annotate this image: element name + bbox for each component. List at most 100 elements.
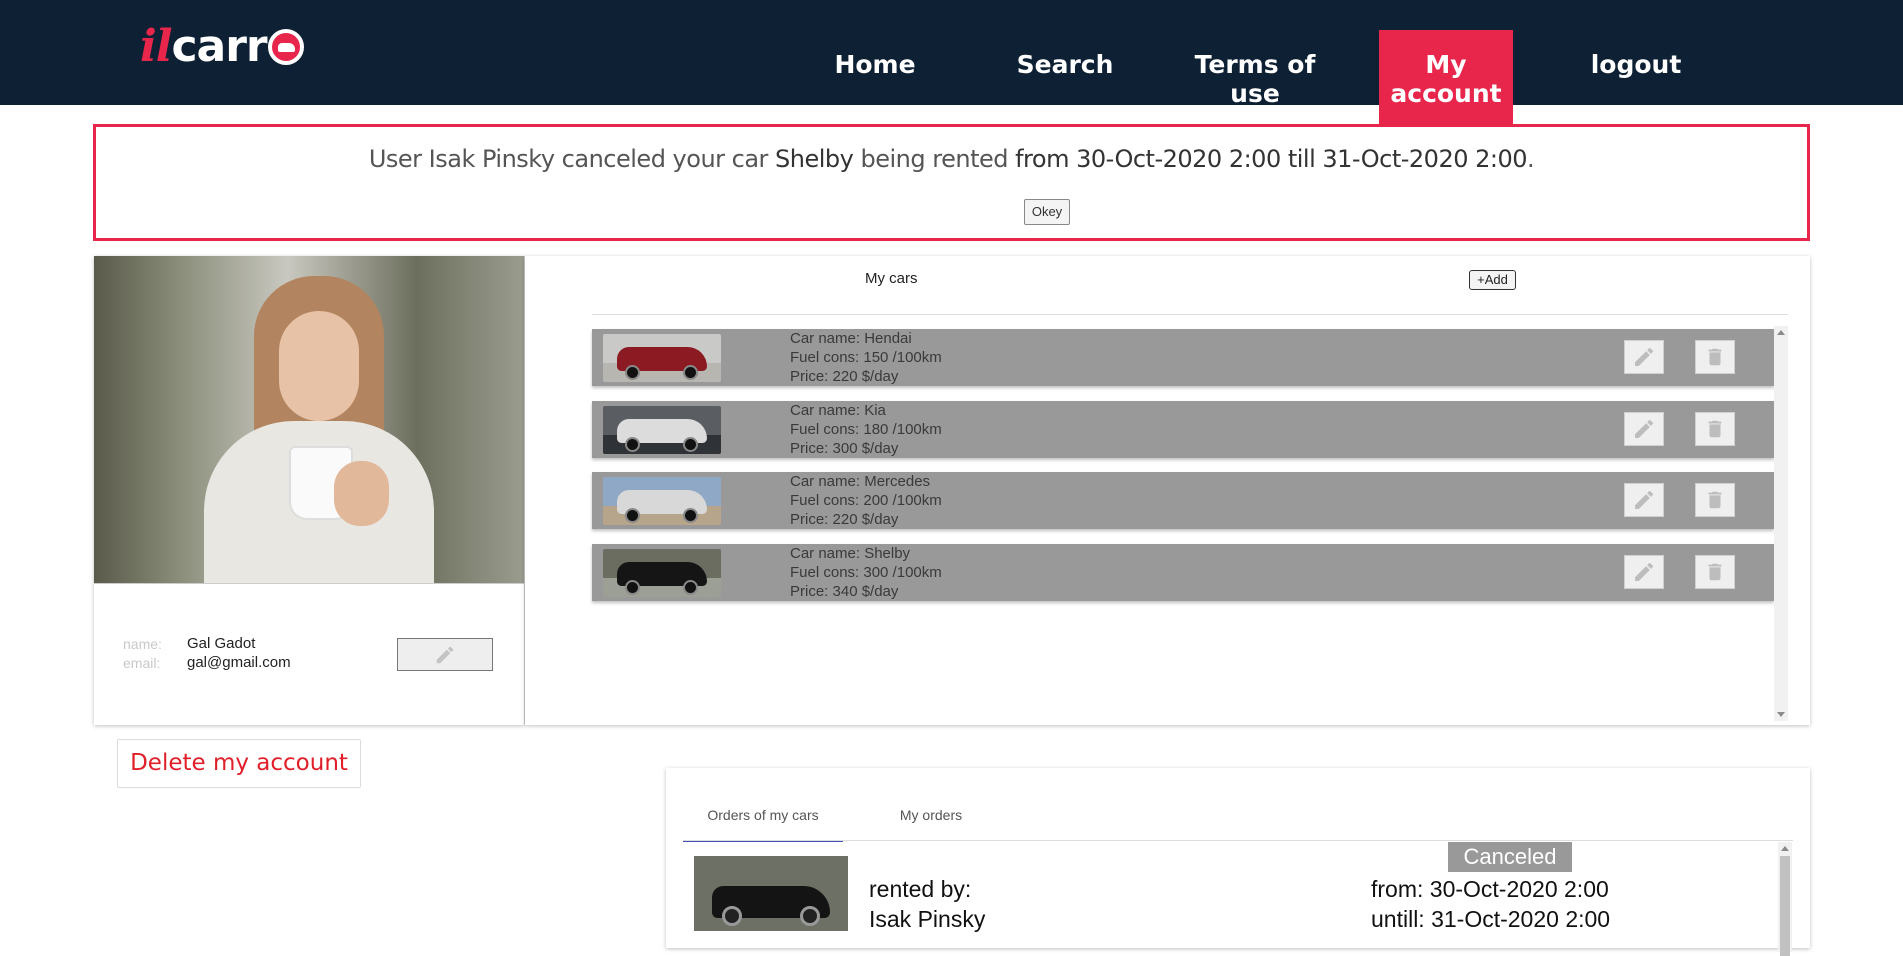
profile-card: name: Gal Gadot email: gal@gmail.com xyxy=(94,256,525,725)
email-label: email: xyxy=(123,655,161,671)
cars-list: Car name: Hendai Fuel cons: 150 /100km P… xyxy=(592,326,1788,721)
nav-home[interactable]: Home xyxy=(808,30,942,126)
logo[interactable]: ilcarr xyxy=(140,22,304,72)
logo-main: carr xyxy=(171,21,267,72)
car-thumbnail xyxy=(603,549,721,597)
add-car-button[interactable]: +Add xyxy=(1469,270,1516,290)
order-from: from: 30-Oct-2020 2:00 xyxy=(1371,876,1609,902)
notification-text: User Isak Pinsky canceled your car Shelb… xyxy=(96,145,1807,173)
thumb-wheel xyxy=(625,508,640,523)
thumb-wheel xyxy=(683,508,698,523)
car-row: Car name: Hendai Fuel cons: 150 /100km P… xyxy=(592,329,1774,386)
car-name: Car name: Kia xyxy=(790,402,886,419)
car-name: Car name: Shelby xyxy=(790,545,911,562)
car-price: Price: 220 $/day xyxy=(790,368,899,385)
orders-card: Orders of my cars My orders Canceled ren… xyxy=(666,768,1810,956)
thumb-wheel xyxy=(683,437,698,452)
thumb-wheel xyxy=(625,437,640,452)
car-info: Car name: Shelby Fuel cons: 300 /100km P… xyxy=(790,544,942,601)
order-car-thumbnail xyxy=(694,856,848,931)
cars-scrollbar[interactable] xyxy=(1774,326,1788,721)
my-cars-title: My cars xyxy=(865,270,918,287)
edit-profile-button[interactable] xyxy=(397,638,493,671)
logo-prefix: il xyxy=(140,21,172,72)
nav-terms-of-use[interactable]: Terms of use xyxy=(1188,30,1322,126)
car-name: Car name: Hendai xyxy=(790,330,912,347)
email-value: gal@gmail.com xyxy=(187,654,291,671)
car-row: Car name: Kia Fuel cons: 180 /100km Pric… xyxy=(592,401,1774,458)
car-price: Price: 340 $/day xyxy=(790,583,899,600)
scroll-down-arrow-icon[interactable] xyxy=(1777,712,1785,717)
car-fuel: Fuel cons: 150 /100km xyxy=(790,349,942,366)
car-row: Car name: Mercedes Fuel cons: 200 /100km… xyxy=(592,472,1774,529)
scroll-up-arrow-icon[interactable] xyxy=(1777,330,1785,335)
notification-car-name: Shelby xyxy=(775,145,854,173)
top-navbar: ilcarr Home Search Terms of use My accou… xyxy=(0,0,1903,124)
divider xyxy=(592,314,1788,315)
rented-by-label: rented by: xyxy=(869,876,972,902)
car-thumbnail xyxy=(603,334,721,382)
car-row: Car name: Shelby Fuel cons: 300 /100km P… xyxy=(592,544,1774,601)
renter-name: Isak Pinsky xyxy=(869,906,986,932)
photo-hand xyxy=(334,461,389,526)
pencil-icon xyxy=(1635,347,1654,366)
car-name: Car name: Mercedes xyxy=(790,473,931,490)
photo-face xyxy=(279,311,359,421)
my-cars-card: My cars +Add Car name: Hendai Fuel cons:… xyxy=(525,256,1810,725)
trash-icon xyxy=(1708,348,1722,366)
notification-period: from 30-Oct-2020 2:00 till 31-Oct-2020 2… xyxy=(1015,145,1528,173)
tab-orders-of-my-cars[interactable]: Orders of my cars xyxy=(683,798,843,842)
divider xyxy=(94,583,524,584)
status-badge: Canceled xyxy=(1448,842,1572,872)
car-fuel: Fuel cons: 180 /100km xyxy=(790,421,942,438)
car-fuel: Fuel cons: 200 /100km xyxy=(790,492,942,509)
car-fuel: Fuel cons: 300 /100km xyxy=(790,564,942,581)
edit-car-button[interactable] xyxy=(1624,483,1664,517)
trash-icon xyxy=(1708,420,1722,438)
scroll-up-arrow-icon[interactable] xyxy=(1781,846,1789,851)
car-info: Car name: Hendai Fuel cons: 150 /100km P… xyxy=(790,329,942,386)
thumb-wheel xyxy=(625,365,640,380)
name-label: name: xyxy=(123,636,162,652)
delete-car-button[interactable] xyxy=(1695,412,1735,446)
notification-text-part: User Isak Pinsky canceled your car xyxy=(368,145,776,173)
divider xyxy=(683,840,1793,841)
trash-icon xyxy=(1708,563,1722,581)
pencil-icon xyxy=(436,646,454,663)
car-price: Price: 300 $/day xyxy=(790,440,899,457)
notification-text-part: being rented xyxy=(853,145,1016,173)
cancel-notification: User Isak Pinsky canceled your car Shelb… xyxy=(93,124,1810,241)
pencil-icon xyxy=(1635,419,1654,438)
edit-car-button[interactable] xyxy=(1624,555,1664,589)
car-thumbnail xyxy=(603,477,721,525)
car-info: Car name: Mercedes Fuel cons: 200 /100km… xyxy=(790,472,942,529)
thumb-wheel xyxy=(722,906,742,926)
pencil-icon xyxy=(1635,562,1654,581)
order-until: untill: 31-Oct-2020 2:00 xyxy=(1371,906,1611,932)
nav-my-account[interactable]: My account xyxy=(1379,30,1513,124)
scroll-thumb[interactable] xyxy=(1780,856,1790,956)
trash-icon xyxy=(1708,491,1722,509)
name-value: Gal Gadot xyxy=(187,635,256,652)
edit-car-button[interactable] xyxy=(1624,340,1664,374)
thumb-wheel xyxy=(800,906,820,926)
edit-car-button[interactable] xyxy=(1624,412,1664,446)
tab-my-orders[interactable]: My orders xyxy=(871,798,991,842)
nav-logout[interactable]: logout xyxy=(1569,30,1703,126)
notification-text-part: . xyxy=(1527,145,1535,173)
thumb-wheel xyxy=(625,580,640,595)
delete-account-button[interactable]: Delete my account xyxy=(117,739,361,788)
thumb-wheel xyxy=(683,365,698,380)
delete-car-button[interactable] xyxy=(1695,483,1735,517)
profile-photo xyxy=(94,256,524,583)
delete-car-button[interactable] xyxy=(1695,340,1735,374)
pencil-icon xyxy=(1635,490,1654,509)
nav-search[interactable]: Search xyxy=(998,30,1132,126)
car-thumbnail xyxy=(603,406,721,454)
delete-car-button[interactable] xyxy=(1695,555,1735,589)
thumb-wheel xyxy=(683,580,698,595)
logo-car-icon xyxy=(267,29,304,65)
okey-button[interactable]: Okey xyxy=(1024,199,1070,225)
car-info: Car name: Kia Fuel cons: 180 /100km Pric… xyxy=(790,401,942,458)
car-price: Price: 220 $/day xyxy=(790,511,899,528)
